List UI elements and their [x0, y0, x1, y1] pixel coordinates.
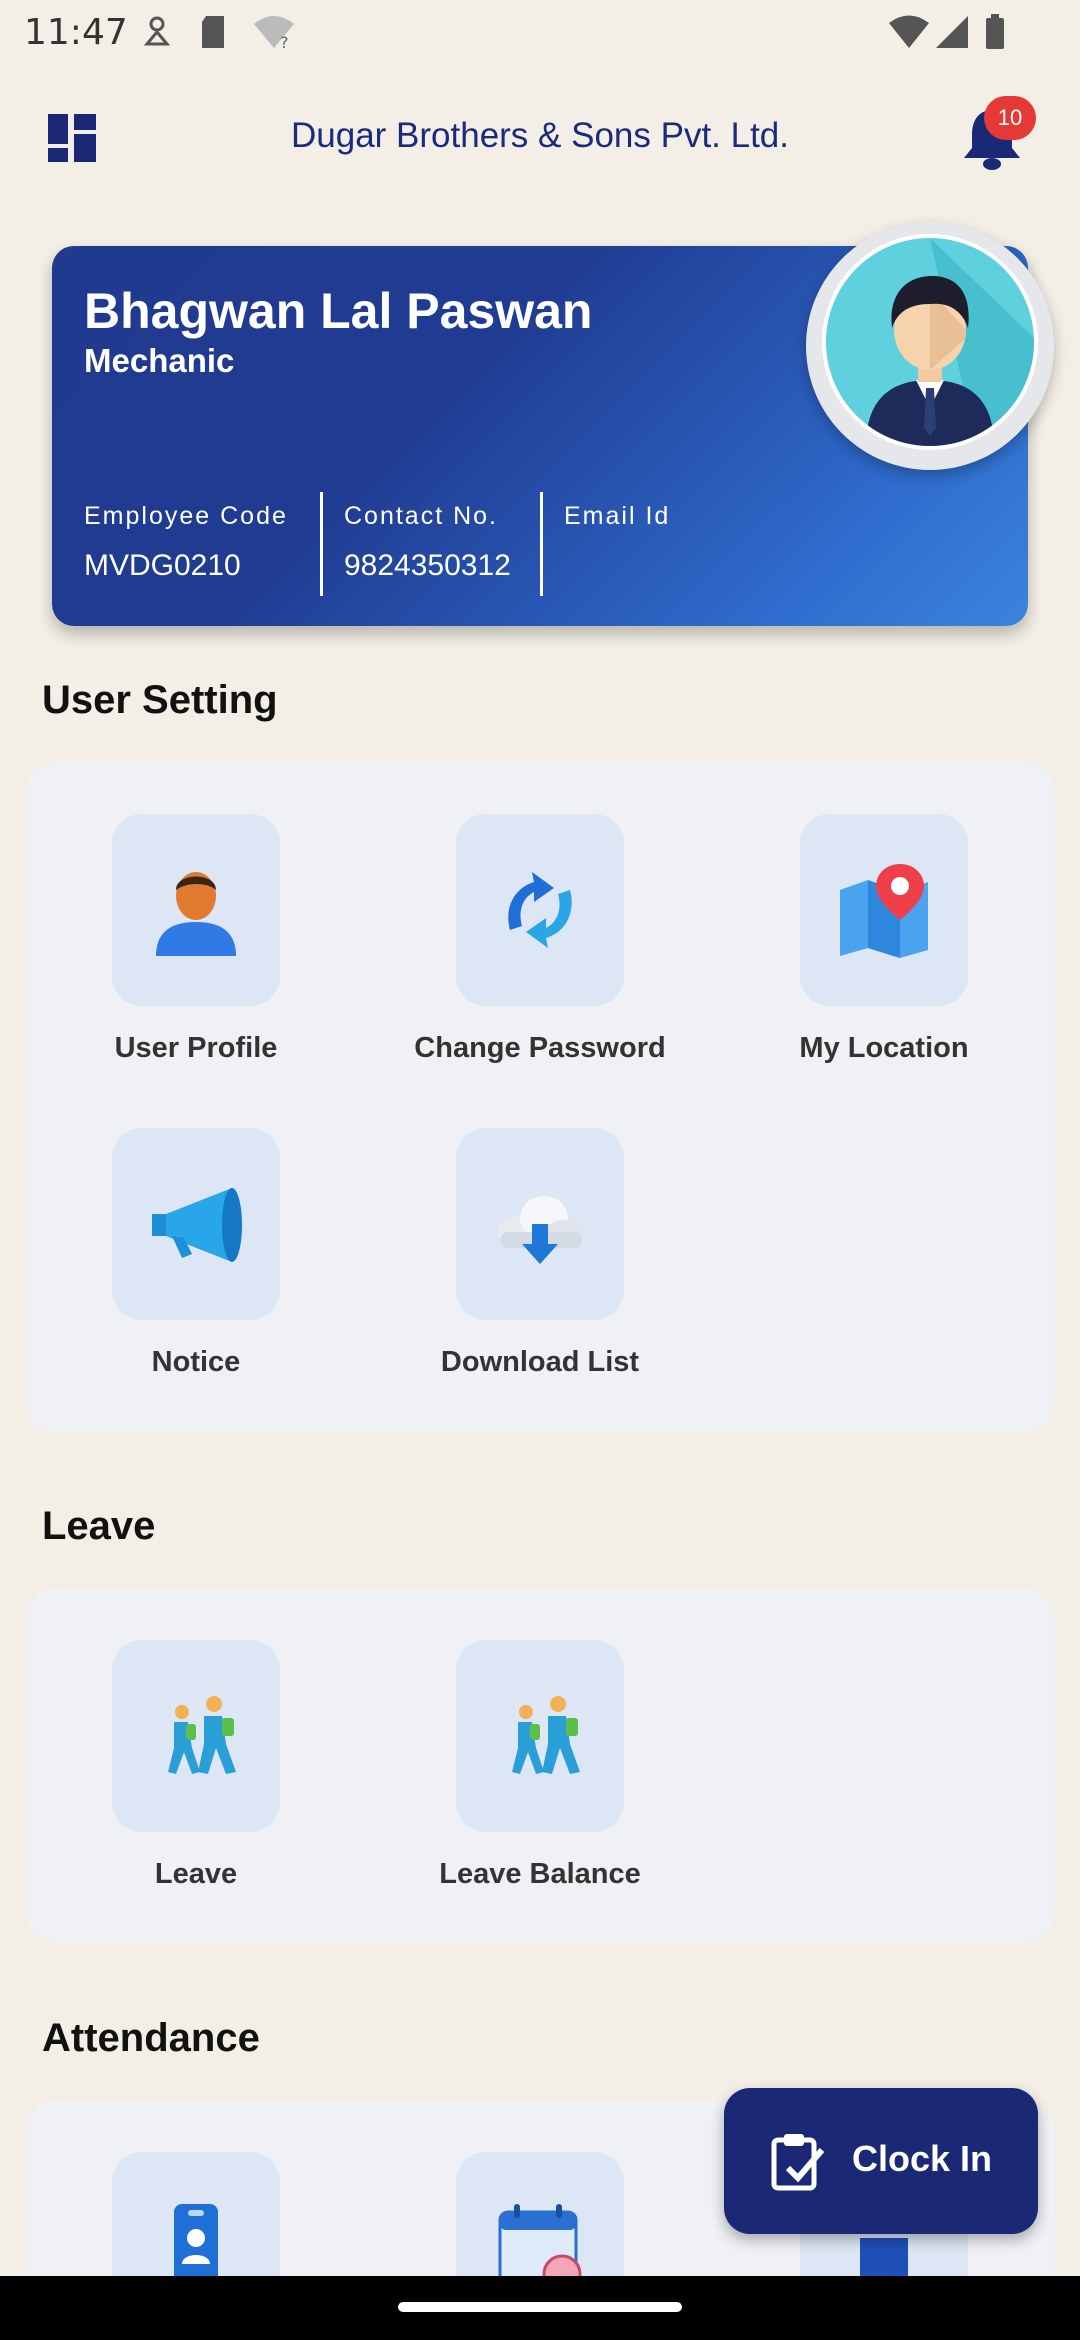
employee-code-label: Employee Code: [84, 502, 288, 530]
status-bar: 11:47 ?: [0, 0, 1080, 64]
battery-icon: [986, 14, 1004, 49]
section-title-attendance: Attendance: [42, 2016, 260, 2060]
clock-in-button[interactable]: Clock In: [724, 2088, 1038, 2234]
tile-leave-balance[interactable]: Leave Balance: [390, 1640, 690, 1891]
signal-icon: [936, 16, 968, 48]
tile-label: Notice: [151, 1346, 241, 1378]
svg-text:?: ?: [280, 33, 289, 50]
tile-label: Change Password: [414, 1032, 666, 1064]
avatar-image: [822, 234, 1038, 450]
clipboard-check-icon: [771, 2134, 825, 2191]
company-title: Dugar Brothers & Sons Pvt. Ltd.: [290, 116, 789, 155]
tile-leave[interactable]: Leave: [46, 1640, 346, 1891]
tile-label: Leave Balance: [439, 1858, 641, 1890]
leave-panel: Leave Leave Balance: [26, 1588, 1054, 1942]
employee-role: Mechanic: [84, 342, 235, 379]
contact-field: Contact No. 9824350312: [344, 502, 511, 583]
divider: [320, 492, 323, 596]
tile-label: User Profile: [114, 1032, 278, 1064]
status-time: 11:47: [24, 12, 128, 53]
employee-code-value: MVDG0210: [84, 549, 241, 582]
contact-value: 9824350312: [344, 549, 511, 582]
usb-debug-icon: [143, 16, 171, 46]
tile-label: My Location: [799, 1032, 969, 1064]
divider: [540, 492, 543, 596]
section-title-leave: Leave: [42, 1504, 156, 1548]
tile-user-profile[interactable]: User Profile: [46, 814, 346, 1065]
home-handle[interactable]: [398, 2302, 682, 2312]
section-title-user-setting: User Setting: [42, 678, 278, 722]
walking-people-icon: [512, 1696, 580, 1774]
tile-notice[interactable]: Notice: [46, 1128, 346, 1379]
wifi-icon: [889, 15, 929, 48]
system-navigation-bar: [0, 2276, 1080, 2340]
avatar[interactable]: [806, 222, 1054, 470]
notification-badge: 10: [984, 96, 1036, 140]
cloud-download-icon: [498, 1196, 584, 1264]
user-profile-icon: [156, 872, 236, 956]
email-field: Email Id: [564, 502, 670, 549]
refresh-arrows-icon: [508, 872, 572, 948]
walking-people-icon: [168, 1696, 236, 1774]
wifi-unknown-icon: ?: [254, 16, 294, 50]
tile-my-location[interactable]: My Location: [734, 814, 1034, 1065]
person-avatar-icon: [826, 238, 1034, 446]
sd-card-icon: [202, 16, 224, 48]
map-pin-icon: [840, 864, 928, 958]
user-setting-panel: User Profile Change Password My Location: [26, 762, 1054, 1432]
tile-change-password[interactable]: Change Password: [390, 814, 690, 1065]
tile-label: Download List: [440, 1346, 640, 1378]
tile-download-list[interactable]: Download List: [390, 1128, 690, 1379]
contact-label: Contact No.: [344, 502, 499, 530]
employee-code-field: Employee Code MVDG0210: [84, 502, 288, 583]
megaphone-icon: [152, 1188, 242, 1262]
clock-in-label: Clock In: [852, 2138, 993, 2179]
employee-name: Bhagwan Lal Paswan: [84, 283, 593, 339]
tile-label: Leave: [154, 1858, 238, 1890]
email-label: Email Id: [564, 502, 671, 530]
app-bar: Dugar Brothers & Sons Pvt. Ltd. 10: [0, 96, 1080, 176]
